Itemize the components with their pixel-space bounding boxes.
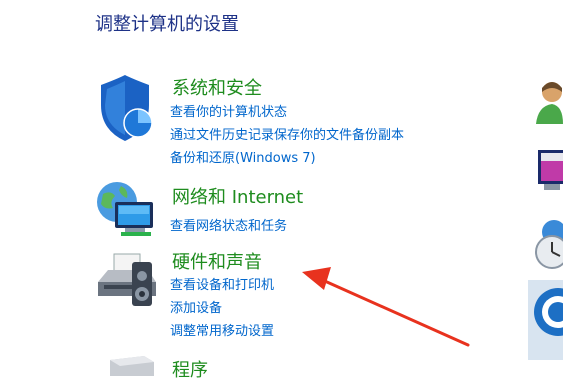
- ease-of-access-icon[interactable]: [528, 280, 563, 364]
- link-devices-printers[interactable]: 查看设备和打印机: [170, 274, 274, 293]
- link-mobility-settings[interactable]: 调整常用移动设置: [170, 320, 274, 339]
- category-title-network-internet[interactable]: 网络和 Internet: [172, 183, 303, 209]
- link-add-device[interactable]: 添加设备: [170, 297, 222, 316]
- link-file-history-backup[interactable]: 通过文件历史记录保存你的文件备份副本: [170, 124, 404, 143]
- category-title-programs[interactable]: 程序: [172, 356, 208, 382]
- printer-speaker-icon[interactable]: [96, 252, 158, 312]
- link-network-status[interactable]: 查看网络状态和任务: [170, 215, 287, 234]
- clock-globe-icon[interactable]: [532, 218, 563, 276]
- category-title-system-security[interactable]: 系统和安全: [172, 74, 262, 100]
- network-globe-icon[interactable]: [95, 180, 157, 244]
- user-accounts-icon[interactable]: [534, 78, 563, 130]
- page-title: 调整计算机的设置: [95, 14, 239, 35]
- link-view-computer-status[interactable]: 查看你的计算机状态: [170, 101, 287, 120]
- appearance-icon[interactable]: [536, 146, 563, 196]
- link-backup-restore[interactable]: 备份和还原(Windows 7): [170, 147, 316, 166]
- category-title-hardware-sound[interactable]: 硬件和声音: [172, 248, 262, 274]
- shield-icon[interactable]: [97, 75, 155, 149]
